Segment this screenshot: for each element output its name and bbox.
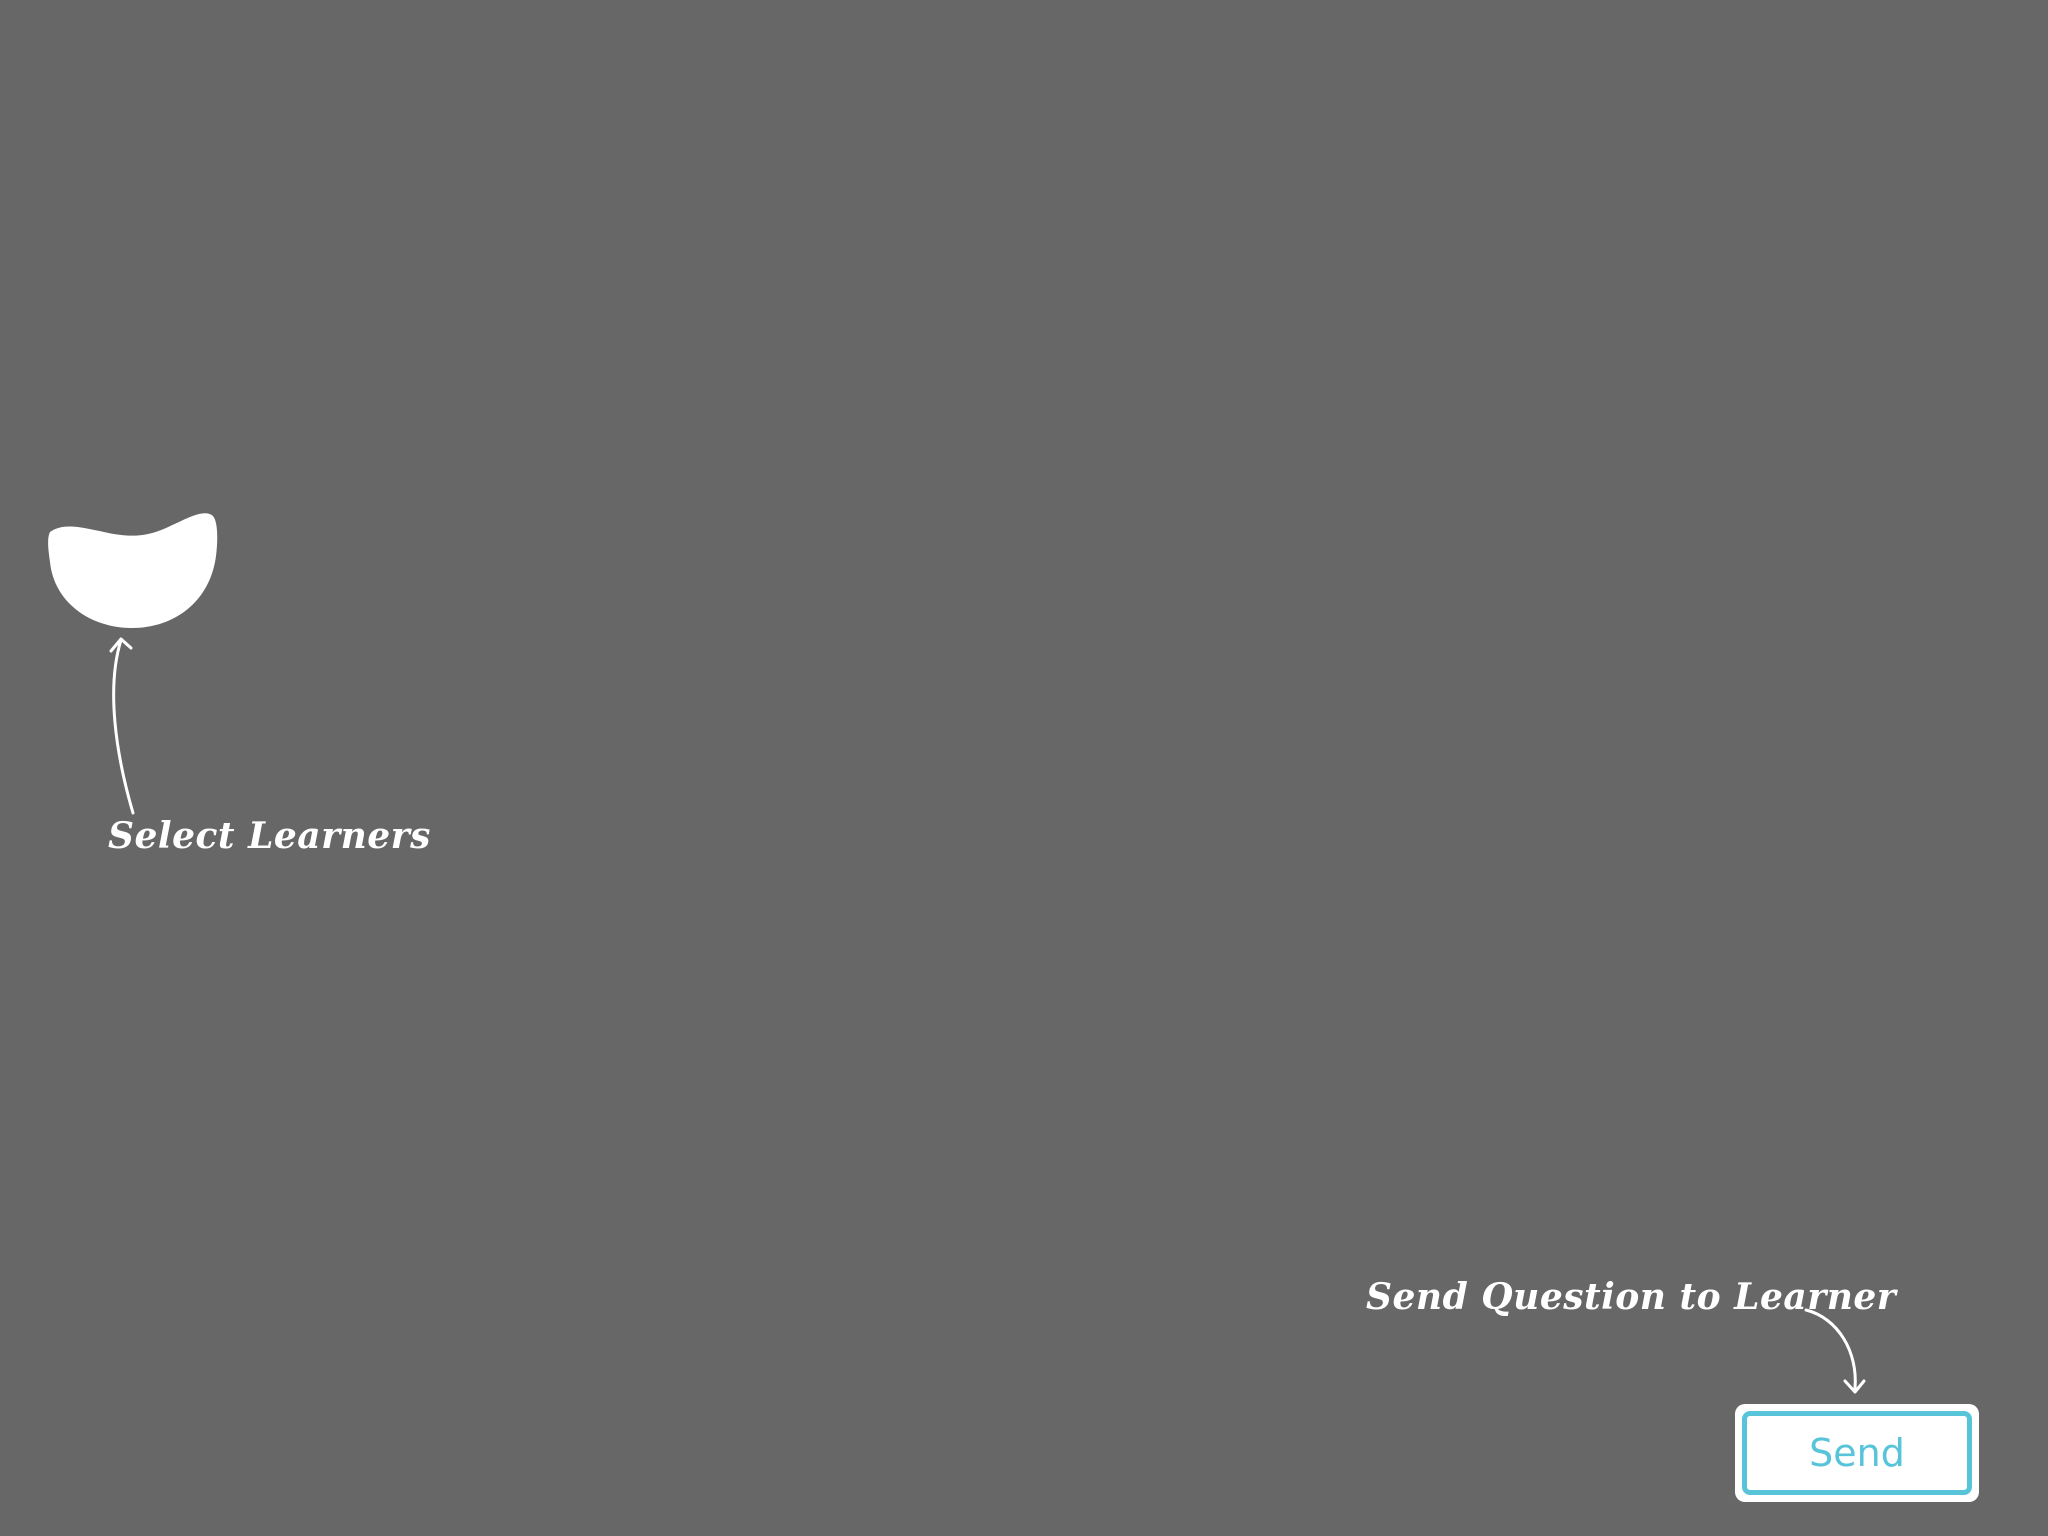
select-learners-hint: Select Learners: [108, 815, 431, 857]
send-question-arrow-icon: [1804, 1308, 1866, 1394]
send-question-hint: Send Question to Learner: [1366, 1276, 1897, 1318]
tutorial-overlay: Select Learners Send Question to Learner…: [0, 0, 2048, 1536]
send-button-frame: Send: [1735, 1404, 1979, 1502]
learner-selector-icon[interactable]: [44, 510, 222, 632]
select-learners-arrow-icon: [109, 637, 135, 815]
send-button[interactable]: Send: [1742, 1411, 1972, 1495]
